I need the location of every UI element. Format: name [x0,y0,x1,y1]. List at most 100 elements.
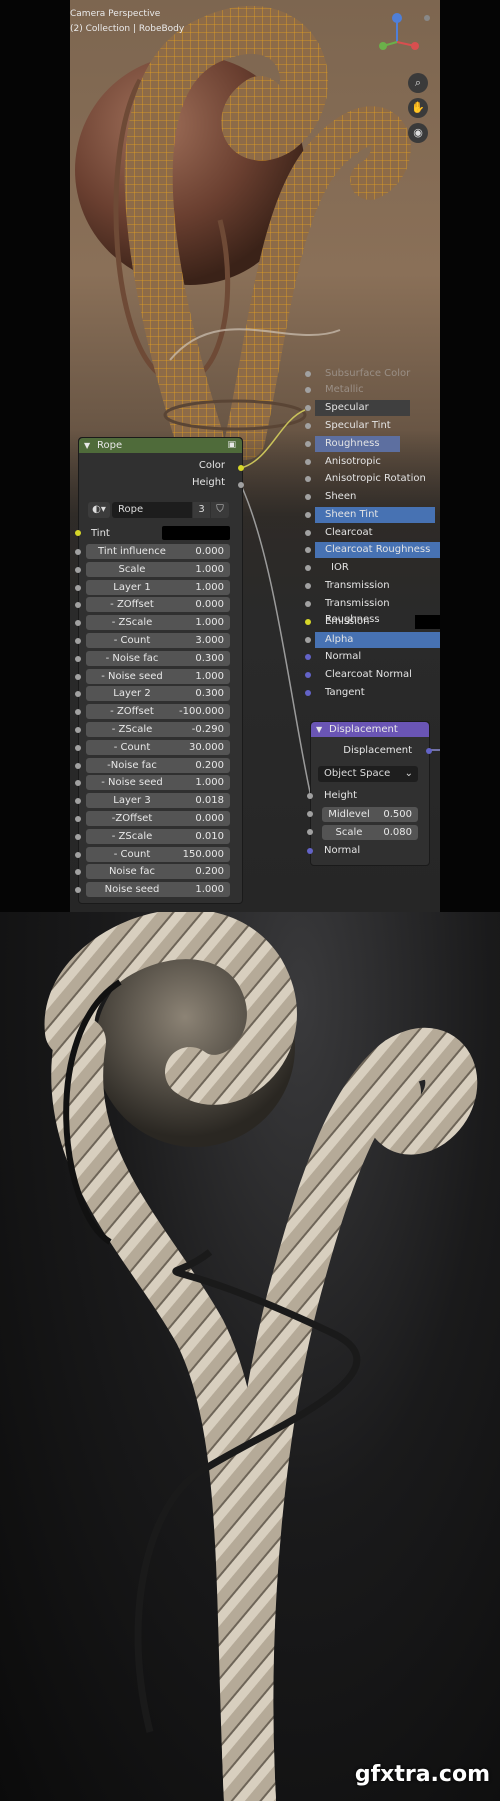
rope-field-label: - Count [113,741,151,753]
rope-node-header[interactable]: ▼ Rope ▣ [79,438,242,453]
rope-field-label: - ZOffset [110,706,154,718]
socket-height-output[interactable] [238,482,244,488]
rope-field[interactable]: - ZOffset -100.000 [86,704,230,720]
blender-screenshot: Camera Perspective (2) Collection | Robe… [0,0,500,912]
rope-field-label: - Noise seed [101,670,163,682]
rope-field[interactable]: Layer 3 0.018 [86,793,230,809]
rope-field[interactable]: - Noise seed 1.000 [86,668,230,684]
rope-output-height: Height [191,477,225,488]
rope-field-label: Layer 3 [113,795,151,807]
rope-field[interactable]: - Noise seed 1.000 [86,775,230,791]
rope-field[interactable]: Tint influence 0.000 [86,544,230,559]
rope-field-label: - Noise seed [101,777,163,789]
rope-field[interactable]: Scale 1.000 [86,561,230,577]
node-tree-icon[interactable]: ◐▾ [88,502,110,518]
rope-field[interactable]: - Count 30.000 [86,739,230,755]
socket-height-input[interactable] [307,793,313,799]
rope-field-value: 1.000 [195,670,224,682]
rope-field-value: 0.000 [195,599,224,611]
normal-label: Normal [324,845,361,856]
rope-field-value: 1.000 [195,884,224,896]
socket[interactable] [75,727,81,733]
space-dropdown-value: Object Space [324,768,391,779]
node-group-icon: ▣ [227,440,236,450]
socket[interactable] [75,673,81,680]
rope-field[interactable]: - Count 150.000 [86,846,230,862]
rope-node-title: Rope [97,440,123,451]
socket[interactable] [75,762,81,769]
socket-normal-input[interactable] [307,848,313,854]
scale-value: 0.080 [383,827,412,838]
rope-field[interactable]: - ZOffset 0.000 [86,597,230,613]
socket[interactable] [75,833,81,840]
rope-field-value: 0.300 [195,688,224,700]
rope-field-label: Noise fac [108,866,156,878]
rope-field[interactable]: Layer 1 1.000 [86,579,230,595]
rope-field[interactable]: - ZScale 0.010 [86,828,230,844]
socket[interactable] [75,744,81,751]
rope-field-value: 1.000 [195,777,224,789]
socket[interactable] [75,584,81,591]
rope-field-value: 0.000 [195,546,224,557]
socket[interactable] [75,566,81,573]
rope-field-label: - ZScale [111,724,153,735]
rope-field-value: 1.000 [195,617,224,629]
collapse-arrow-icon[interactable]: ▼ [84,438,90,453]
rope-field-value: 0.000 [195,813,224,824]
rope-field[interactable]: - Count 3.000 [86,633,230,648]
tint-label: Tint [91,528,110,539]
socket-midlevel[interactable] [307,811,313,817]
tint-color-swatch[interactable] [162,526,230,540]
fake-user-shield-icon[interactable]: ⛉ [211,502,229,518]
group-user-count[interactable]: 3 [193,502,210,518]
scale-field[interactable]: Scale 0.080 [322,825,418,840]
socket[interactable] [75,549,81,555]
rope-field-value: 0.300 [195,652,224,664]
rope-field-value: 0.200 [195,866,224,878]
rope-field[interactable]: Noise fac 0.200 [86,864,230,880]
rope-field-value: 0.018 [195,795,224,807]
rope-field-label: - Count [113,848,151,860]
rope-field-label: -ZOffset [111,813,153,824]
rope-field-value: -0.290 [191,724,224,735]
rope-field[interactable]: -Noise fac 0.200 [86,757,230,773]
rope-field-label: Layer 1 [113,581,151,593]
rope-field-value: 0.200 [195,759,224,771]
socket[interactable] [75,851,81,858]
watermark: gfxtra.com [354,1762,490,1787]
rope-field-value: 150.000 [182,848,224,860]
socket-scale[interactable] [307,829,313,835]
socket[interactable] [75,816,81,822]
group-name-field[interactable]: Rope [112,502,192,518]
rope-field[interactable]: - ZScale 1.000 [86,615,230,631]
rope-field[interactable]: - ZScale -0.290 [86,722,230,737]
rope-field[interactable]: Layer 2 0.300 [86,686,230,702]
rope-field-label: - ZScale [111,617,153,629]
socket-tint[interactable] [75,530,81,536]
rope-field-label: Noise seed [104,884,160,896]
midlevel-label: Midlevel [328,809,370,820]
rope-output-color: Color [198,460,225,471]
rope-field-value: 1.000 [195,563,224,575]
rope-render [44,912,478,1801]
rope-field-value: 1.000 [195,581,224,593]
rope-field-label: Tint influence [98,546,166,557]
rope-field-label: - Count [113,635,151,646]
rope-field-value: 0.010 [195,830,224,842]
rope-field[interactable]: -ZOffset 0.000 [86,811,230,826]
displacement-node-header[interactable]: ▼ Displacement [311,722,429,737]
rope-field[interactable]: Noise seed 1.000 [86,882,230,898]
socket-color-output[interactable] [238,465,244,471]
rope-field-label: - ZScale [111,830,153,842]
rope-field-value: 30.000 [189,741,224,753]
socket-displacement-output[interactable] [426,748,432,754]
space-dropdown[interactable]: Object Space ⌄ [318,766,418,782]
midlevel-field[interactable]: Midlevel 0.500 [322,807,418,822]
displacement-output: Displacement [343,745,412,756]
rope-field-label: - Noise fac [105,652,159,664]
socket[interactable] [75,655,81,662]
socket[interactable] [75,638,81,644]
rope-field-label: - ZOffset [110,599,154,611]
collapse-arrow-icon[interactable]: ▼ [316,722,322,737]
rope-field[interactable]: - Noise fac 0.300 [86,650,230,666]
